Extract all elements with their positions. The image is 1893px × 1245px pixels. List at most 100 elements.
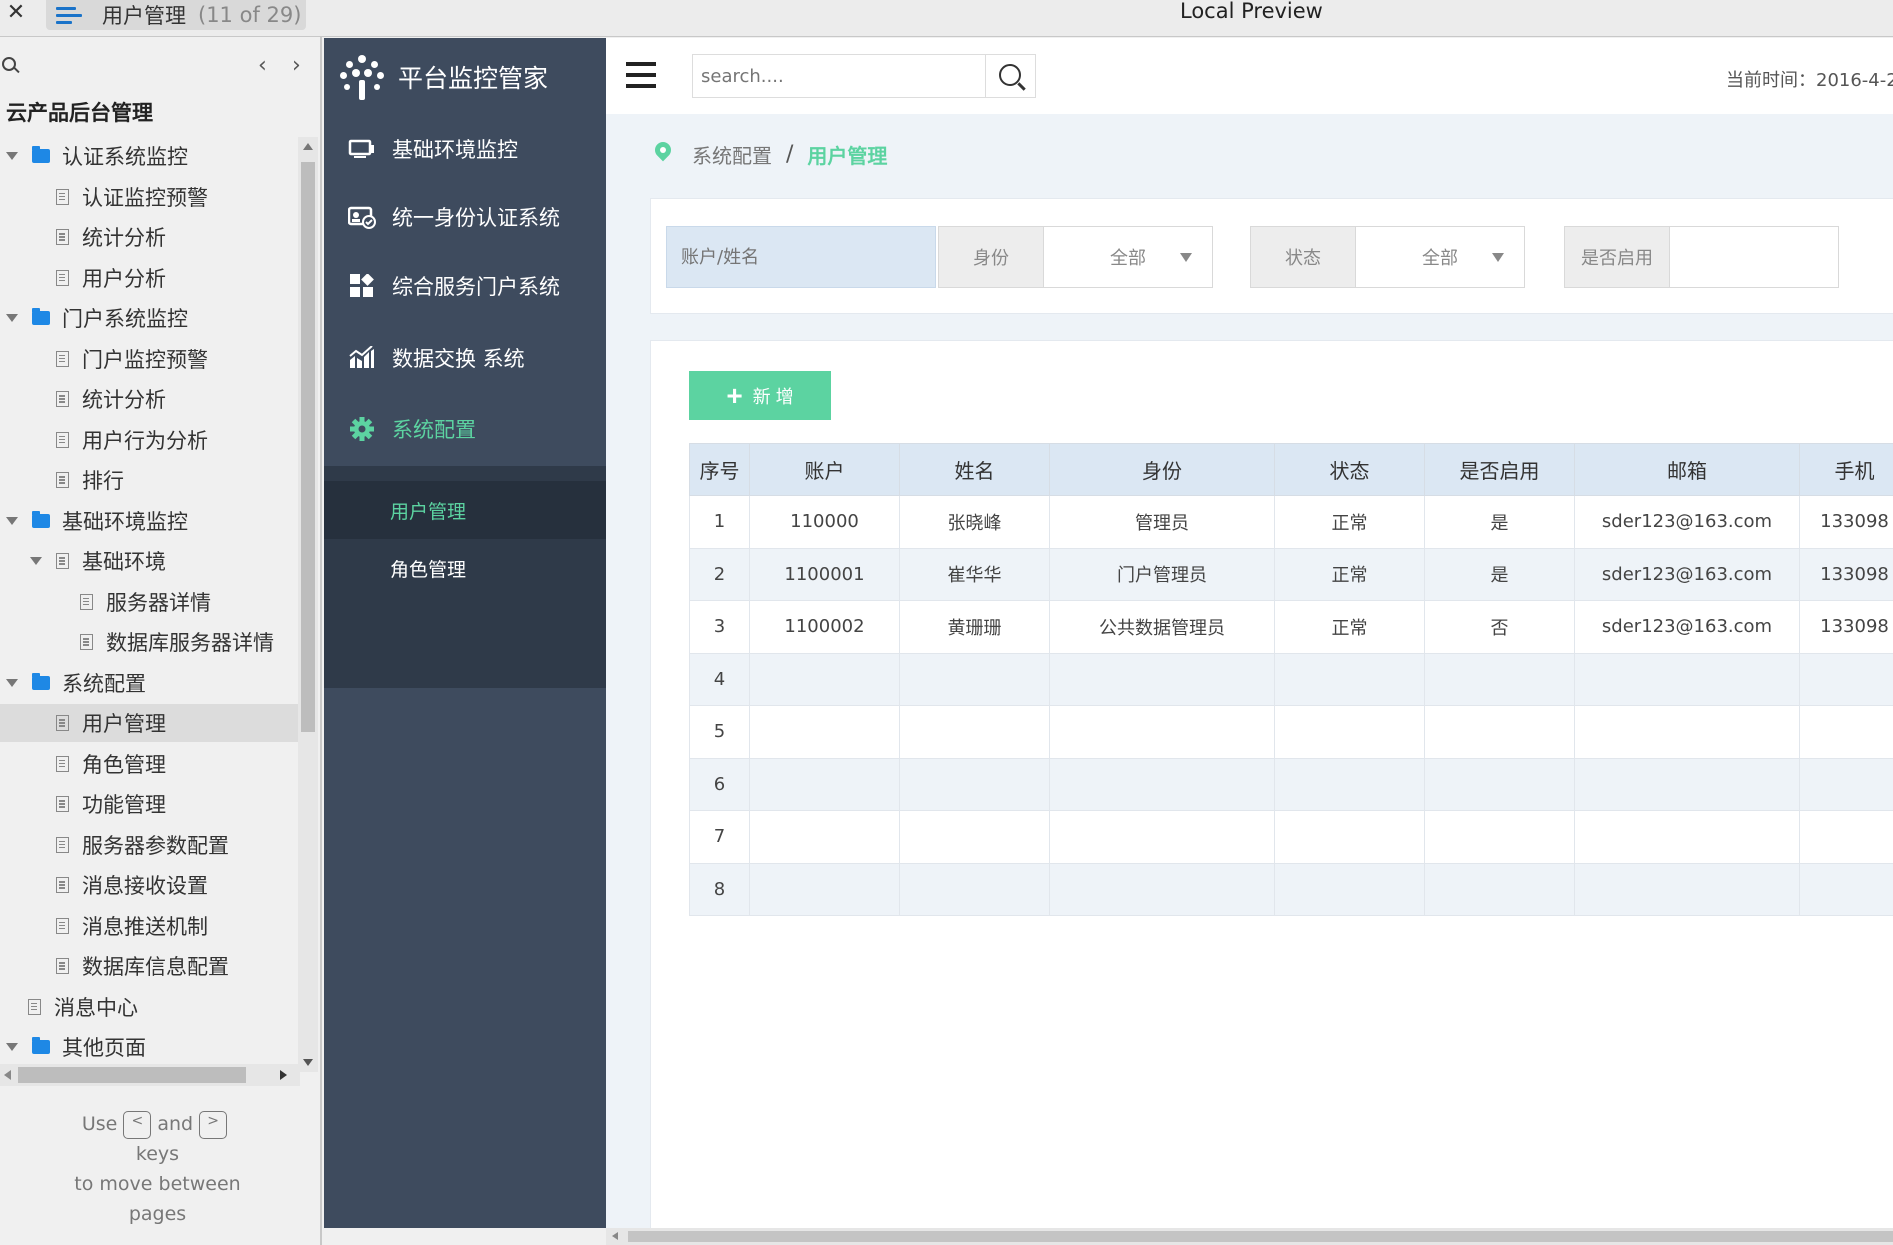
table-cell: 门户管理员	[1049, 547, 1275, 601]
nav-item-system-config[interactable]: 系统配置	[324, 394, 606, 464]
tree-item[interactable]: 用户行为分析	[0, 421, 298, 459]
table-row[interactable]: 3 1100002 黄珊珊 公共数据管理员 正常否 sder123@163.com 1330…	[689, 600, 1893, 654]
identity-label: 身份	[938, 226, 1044, 288]
table-cell: 黄珊珊	[899, 600, 1050, 654]
subnav-item-user-management[interactable]: 用户管理	[324, 481, 606, 539]
tree-root-label: 云产品后台管理	[6, 101, 153, 125]
table-row[interactable]: 4	[689, 652, 1893, 706]
tree-item[interactable]: 系统配置	[0, 664, 298, 702]
tree-item[interactable]: 基础环境监控	[0, 502, 298, 540]
page-icon	[56, 269, 69, 286]
expand-arrow-icon[interactable]	[6, 516, 18, 525]
search-icon[interactable]	[2, 57, 16, 71]
tree-item[interactable]: 基础环境	[0, 542, 298, 580]
tree-item[interactable]: 数据库服务器详情	[0, 623, 298, 661]
table-cell: 1	[689, 495, 750, 549]
column-header[interactable]: 姓名	[899, 443, 1050, 496]
brand[interactable]: 平台监控管家	[324, 38, 606, 116]
location-pin-icon	[654, 142, 672, 166]
account-name-input[interactable]	[666, 226, 936, 288]
column-header[interactable]: 邮箱	[1574, 443, 1800, 496]
search-button[interactable]	[986, 54, 1036, 98]
scrollbar-thumb[interactable]	[301, 162, 315, 732]
main-horizontal-scrollbar[interactable]	[606, 1228, 1893, 1245]
nav-item-data-exchange[interactable]: 数据交换 系统	[324, 323, 606, 393]
scroll-right-icon[interactable]	[280, 1070, 287, 1080]
folder-icon	[32, 1037, 50, 1054]
tree-item[interactable]: 其他页面	[0, 1028, 298, 1057]
column-header[interactable]: 手机	[1799, 443, 1893, 496]
left-key-icon: <	[123, 1110, 152, 1139]
scroll-up-icon[interactable]	[303, 143, 313, 150]
page-icon	[56, 958, 69, 974]
column-header[interactable]: 是否启用	[1424, 443, 1575, 496]
scroll-left-icon[interactable]	[612, 1232, 618, 1240]
close-icon[interactable]: ✕	[4, 2, 28, 26]
nav-item-infrastructure-monitor[interactable]: 基础环境监控	[324, 114, 606, 184]
expand-arrow-icon[interactable]	[6, 314, 18, 322]
tree-item[interactable]: 用户管理	[0, 704, 298, 742]
tree-item[interactable]: 统计分析	[0, 380, 298, 418]
tree-item[interactable]: 消息接收设置	[0, 866, 298, 904]
expand-arrow-icon[interactable]	[6, 152, 18, 160]
tree-item-label: 数据库服务器详情	[106, 631, 274, 655]
subnav-item-role-management[interactable]: 角色管理	[324, 539, 606, 597]
enabled-select[interactable]	[1669, 226, 1839, 288]
grid-icon	[350, 274, 374, 297]
table-row[interactable]: 1 110000 张晓峰 管理员 正常是 sder123@163.com 133098	[689, 495, 1893, 549]
tree-item[interactable]: 功能管理	[0, 785, 298, 823]
tree-item[interactable]: 用户分析	[0, 259, 298, 297]
tree-item[interactable]: 消息推送机制	[0, 907, 298, 945]
tree-item[interactable]: 门户系统监控	[0, 299, 298, 337]
column-header[interactable]: 身份	[1049, 443, 1275, 496]
tree-item[interactable]: 数据库信息配置	[0, 947, 298, 985]
window-title: Local Preview	[1180, 0, 1323, 23]
plus-icon: +	[726, 379, 743, 411]
status-select[interactable]: 全部	[1355, 226, 1525, 288]
breadcrumb-parent[interactable]: 系统配置	[692, 140, 772, 169]
tree-item[interactable]: 认证系统监控	[0, 137, 298, 175]
tree-vertical-scrollbar[interactable]	[298, 137, 318, 1072]
scroll-down-icon[interactable]	[303, 1059, 313, 1066]
column-header[interactable]: 账户	[749, 443, 900, 496]
add-user-button[interactable]: + 新 增	[689, 371, 831, 420]
column-header[interactable]: 状态	[1274, 443, 1425, 496]
tree-item[interactable]: 统计分析	[0, 218, 298, 256]
tree-item[interactable]: 排行	[0, 461, 298, 499]
tree-item-label: 消息接收设置	[82, 874, 208, 898]
table-row[interactable]: 7	[689, 810, 1893, 864]
prev-page-button[interactable]: ‹	[258, 53, 267, 78]
table-row[interactable]: 5	[689, 705, 1893, 759]
tree-item[interactable]: 服务器参数配置	[0, 826, 298, 864]
tree-horizontal-scrollbar[interactable]	[0, 1064, 300, 1086]
table-row[interactable]: 2 1100001 崔华华 门户管理员 正常是 sder123@163.com 133098	[689, 547, 1893, 601]
tree-item[interactable]: 消息中心	[0, 988, 298, 1026]
table-row[interactable]: 6	[689, 757, 1893, 811]
nav-item-identity-auth[interactable]: 统一身份认证系统	[324, 182, 606, 252]
page-icon	[56, 472, 69, 488]
nav-item-service-portal[interactable]: 综合服务门户系统	[324, 251, 606, 321]
expand-arrow-icon[interactable]	[6, 678, 18, 687]
menu-icon[interactable]	[56, 5, 82, 25]
search-input[interactable]	[693, 55, 987, 97]
table-row[interactable]: 8	[689, 862, 1893, 916]
next-page-button[interactable]: ›	[292, 53, 301, 78]
tree-item-label: 统计分析	[82, 388, 166, 412]
table-cell: 7	[689, 810, 750, 864]
page-search[interactable]: ‹ ›	[0, 45, 322, 85]
scrollbar-thumb[interactable]	[18, 1067, 246, 1083]
expand-arrow-icon[interactable]	[30, 557, 42, 565]
identity-select[interactable]: 全部	[1043, 226, 1213, 288]
table-cell	[1274, 652, 1425, 706]
preview-tab[interactable]: 用户管理 (11 of 29)	[46, 0, 306, 30]
column-header[interactable]: 序号	[689, 443, 750, 496]
tree-item[interactable]: 认证监控预警	[0, 178, 298, 216]
scrollbar-thumb[interactable]	[628, 1231, 1893, 1242]
hamburger-icon[interactable]	[626, 62, 656, 88]
expand-arrow-icon[interactable]	[6, 1043, 18, 1051]
tree-logo-icon	[338, 53, 386, 101]
scroll-left-icon[interactable]	[4, 1070, 11, 1080]
tree-item[interactable]: 角色管理	[0, 745, 298, 783]
tree-item[interactable]: 服务器详情	[0, 583, 298, 621]
tree-item[interactable]: 门户监控预警	[0, 340, 298, 378]
